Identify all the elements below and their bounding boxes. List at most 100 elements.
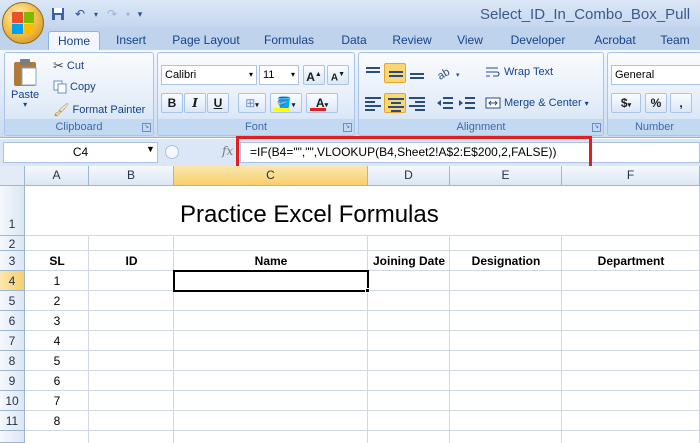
cut-button[interactable]: ✂ Cut — [53, 58, 84, 74]
bold-button[interactable]: B — [161, 93, 183, 113]
font-size-box[interactable]: 11 ▾ — [259, 65, 299, 85]
quick-access-toolbar: ↶ ▾ ↷ ▾ ▾ — [48, 4, 146, 24]
formula-bar-divider-icon[interactable] — [165, 145, 179, 159]
column-header-f[interactable]: F — [562, 166, 700, 186]
percent-button[interactable]: % — [645, 93, 667, 113]
tab-data[interactable]: Data — [334, 31, 374, 50]
column-header-c[interactable]: C — [174, 166, 368, 186]
number-format-box[interactable]: General — [611, 65, 700, 85]
sl-cell[interactable]: 7 — [25, 391, 89, 411]
row-header-3[interactable]: 3 — [0, 251, 25, 271]
header-department[interactable]: Department — [562, 251, 700, 271]
row-header-11[interactable]: 11 — [0, 411, 25, 431]
tab-page-layout[interactable]: Page Layout — [166, 31, 246, 50]
row-header-10[interactable]: 10 — [0, 391, 25, 411]
redo-icon[interactable]: ↷ — [102, 5, 122, 23]
header-name[interactable]: Name — [174, 251, 368, 271]
bottom-align-icon[interactable] — [406, 63, 428, 83]
row-header-7[interactable]: 7 — [0, 331, 25, 351]
office-button[interactable] — [2, 2, 44, 44]
name-box-dropdown-icon[interactable]: ▼ — [146, 144, 155, 154]
worksheet-grid[interactable]: A B C D E F 1 2 3 4 5 6 7 8 9 10 11 Prac… — [0, 166, 700, 443]
customize-toolbar-icon[interactable]: ▾ — [134, 5, 146, 23]
undo-icon[interactable]: ↶ — [70, 5, 90, 23]
column-header-a[interactable]: A — [25, 166, 89, 186]
currency-button[interactable]: $▾ — [611, 93, 641, 113]
sl-cell[interactable]: 1 — [25, 271, 89, 291]
column-header-e[interactable]: E — [450, 166, 562, 186]
merge-center-button[interactable]: Merge & Center ▾ — [485, 96, 589, 110]
redo-dropdown-icon[interactable]: ▾ — [124, 5, 132, 23]
tab-developer[interactable]: Developer — [502, 31, 574, 50]
font-color-button[interactable]: A▾ — [306, 93, 338, 113]
row-header-6[interactable]: 6 — [0, 311, 25, 331]
comma-button[interactable]: , — [670, 93, 692, 113]
font-name-dropdown-icon[interactable]: ▾ — [249, 66, 253, 84]
tab-insert[interactable]: Insert — [108, 31, 154, 50]
tab-formulas[interactable]: Formulas — [258, 31, 320, 50]
sl-cell[interactable]: 2 — [25, 291, 89, 311]
tab-acrobat[interactable]: Acrobat — [586, 31, 644, 50]
merge-dropdown-icon[interactable]: ▾ — [585, 99, 589, 108]
grow-font-button[interactable]: A▲ — [303, 65, 325, 85]
name-box[interactable]: C4 — [3, 142, 158, 163]
copy-button[interactable]: Copy — [53, 80, 96, 94]
increase-indent-icon[interactable] — [456, 93, 478, 113]
header-designation[interactable]: Designation — [450, 251, 562, 271]
insert-function-button[interactable]: fx — [222, 144, 233, 158]
clipboard-launcher-icon[interactable]: ↘ — [142, 123, 151, 132]
sl-cell[interactable]: 5 — [25, 351, 89, 371]
fill-color-button[interactable]: 🪣▾ — [270, 93, 302, 113]
alignment-launcher-icon[interactable]: ↘ — [592, 123, 601, 132]
paste-button[interactable]: Paste ▾ — [11, 57, 39, 109]
borders-button[interactable]: ⊞▾ — [238, 93, 266, 113]
column-header-b[interactable]: B — [89, 166, 174, 186]
header-sl[interactable]: SL — [25, 251, 89, 271]
row-header-4[interactable]: 4 — [0, 271, 25, 291]
row-header-12[interactable] — [0, 431, 25, 443]
tab-home[interactable]: Home — [48, 31, 100, 50]
ribbon-tabs: Home Insert Page Layout Formulas Data Re… — [0, 28, 700, 50]
undo-dropdown-icon[interactable]: ▾ — [92, 5, 100, 23]
header-joining-date[interactable]: Joining Date — [368, 251, 450, 271]
shrink-font-button[interactable]: A▼ — [327, 65, 349, 85]
sl-cell[interactable]: 6 — [25, 371, 89, 391]
row-header-2[interactable]: 2 — [0, 236, 25, 251]
row-header-9[interactable]: 9 — [0, 371, 25, 391]
tab-review[interactable]: Review — [386, 31, 438, 50]
formula-highlight-box — [236, 136, 592, 169]
sl-cell[interactable]: 3 — [25, 311, 89, 331]
align-center-icon[interactable] — [384, 93, 406, 113]
row-header-5[interactable]: 5 — [0, 291, 25, 311]
middle-align-icon[interactable] — [384, 63, 406, 83]
select-all-corner[interactable] — [0, 166, 25, 186]
align-right-icon[interactable] — [406, 93, 428, 113]
font-size-dropdown-icon[interactable]: ▾ — [291, 66, 295, 84]
save-icon[interactable] — [48, 5, 68, 23]
wrap-text-icon — [486, 67, 500, 77]
currency-label: $ — [620, 96, 628, 110]
sl-cell[interactable]: 4 — [25, 331, 89, 351]
align-left-icon[interactable] — [362, 93, 384, 113]
italic-button[interactable]: I — [184, 93, 206, 113]
sl-cell[interactable]: 8 — [25, 411, 89, 431]
tab-team[interactable]: Team — [654, 31, 696, 50]
column-header-d[interactable]: D — [368, 166, 450, 186]
orientation-icon[interactable]: ab ▾ — [434, 63, 464, 83]
underline-button[interactable]: U — [207, 93, 229, 113]
number-group: General $▾ % , Number — [607, 52, 700, 136]
format-painter-button[interactable]: 🖌 Format Painter — [53, 102, 145, 118]
decrease-indent-icon[interactable] — [434, 93, 456, 113]
wrap-text-button[interactable]: Wrap Text — [485, 65, 553, 79]
tab-view[interactable]: View — [450, 31, 490, 50]
row-header-1[interactable]: 1 — [0, 186, 25, 236]
font-launcher-icon[interactable]: ↘ — [343, 123, 352, 132]
font-name-box[interactable]: Calibri ▾ — [161, 65, 257, 85]
paste-icon — [14, 59, 37, 86]
paste-dropdown-icon[interactable]: ▾ — [23, 100, 27, 109]
header-id[interactable]: ID — [89, 251, 174, 271]
row-header-8[interactable]: 8 — [0, 351, 25, 371]
active-cell-c4[interactable] — [173, 270, 369, 292]
fill-handle[interactable] — [365, 288, 370, 293]
top-align-icon[interactable] — [362, 63, 384, 83]
